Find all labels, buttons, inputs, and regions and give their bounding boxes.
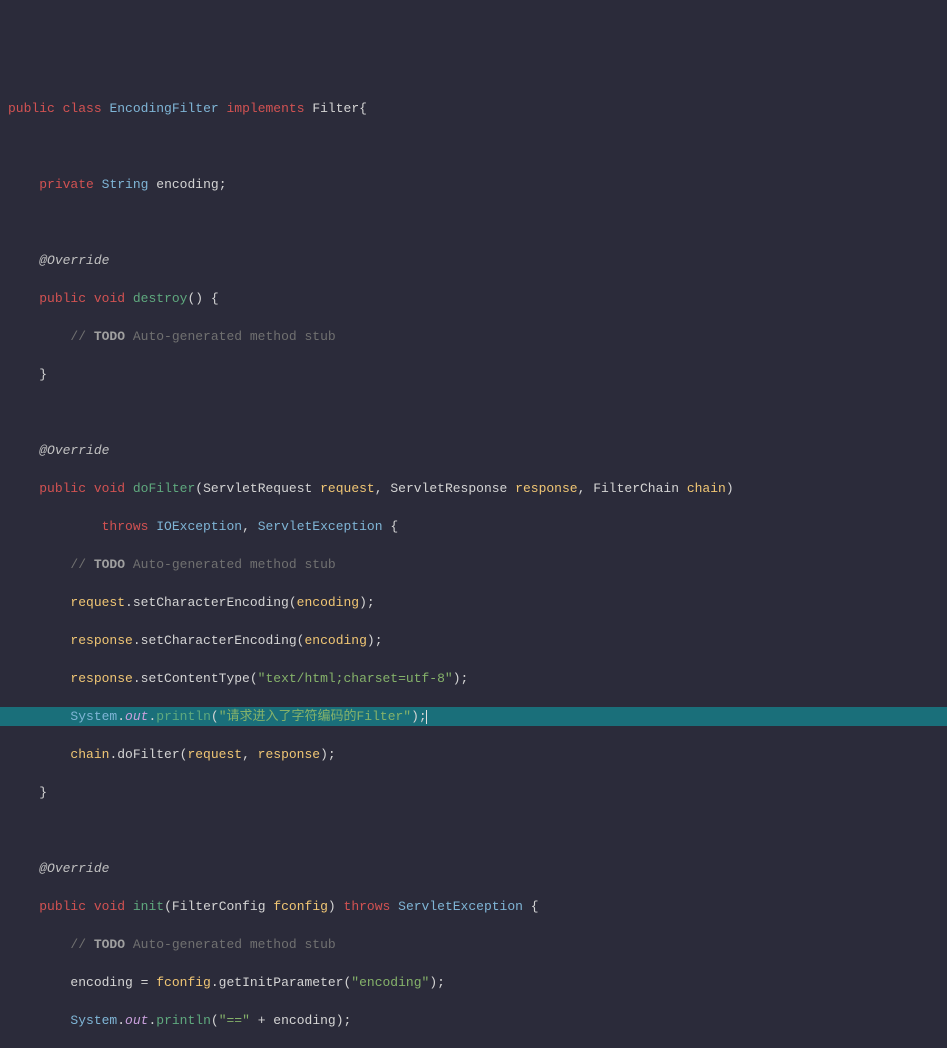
code-line: public class EncodingFilter implements F… xyxy=(8,99,947,118)
code-line xyxy=(8,137,947,156)
text-cursor xyxy=(426,710,427,724)
code-line: @Override xyxy=(8,251,947,270)
code-line: public void init(FilterConfig fconfig) t… xyxy=(8,897,947,916)
code-line xyxy=(8,821,947,840)
code-line: // TODO Auto-generated method stub xyxy=(8,327,947,346)
code-line: @Override xyxy=(8,859,947,878)
code-line xyxy=(8,403,947,422)
code-line xyxy=(8,213,947,232)
code-line: @Override xyxy=(8,441,947,460)
code-line: chain.doFilter(request, response); xyxy=(8,745,947,764)
code-line: encoding = fconfig.getInitParameter("enc… xyxy=(8,973,947,992)
code-line: request.setCharacterEncoding(encoding); xyxy=(8,593,947,612)
code-line: response.setContentType("text/html;chars… xyxy=(8,669,947,688)
code-line: response.setCharacterEncoding(encoding); xyxy=(8,631,947,650)
code-line: System.out.println("==" + encoding); xyxy=(8,1011,947,1030)
code-line: private String encoding; xyxy=(8,175,947,194)
code-line: // TODO Auto-generated method stub xyxy=(8,935,947,954)
code-editor[interactable]: public class EncodingFilter implements F… xyxy=(0,76,947,1048)
code-line: public void doFilter(ServletRequest requ… xyxy=(8,479,947,498)
code-line: throws IOException, ServletException { xyxy=(8,517,947,536)
code-line-highlighted: System.out.println("请求进入了字符编码的Filter"); xyxy=(0,707,947,726)
code-line: } xyxy=(8,365,947,384)
code-line: } xyxy=(8,783,947,802)
code-line: // TODO Auto-generated method stub xyxy=(8,555,947,574)
code-line: public void destroy() { xyxy=(8,289,947,308)
